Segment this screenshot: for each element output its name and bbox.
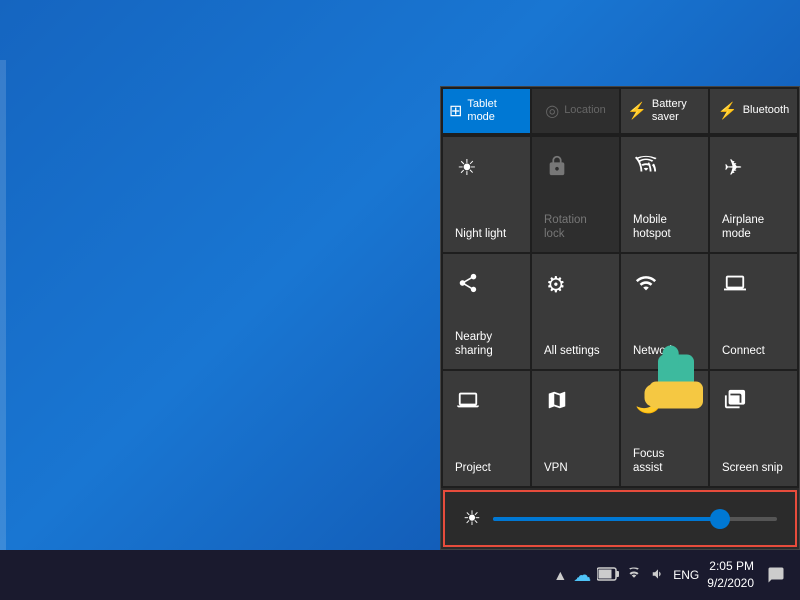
top-tiles-row: ⊞ Tablet mode ◎ Location ⚡ Battery saver… bbox=[441, 87, 799, 135]
tile-all-settings[interactable]: ⚙ All settings bbox=[532, 254, 619, 369]
tile-vpn[interactable]: VPN bbox=[532, 371, 619, 486]
nearby-sharing-icon bbox=[457, 272, 479, 300]
bluetooth-icon: ⚡ bbox=[718, 101, 738, 121]
date-display: 9/2/2020 bbox=[707, 575, 754, 592]
desktop: ⊞ Tablet mode ◎ Location ⚡ Battery saver… bbox=[0, 0, 800, 600]
location-label: Location bbox=[564, 104, 606, 117]
all-settings-label: All settings bbox=[544, 345, 600, 359]
tile-location[interactable]: ◎ Location bbox=[532, 89, 619, 133]
tile-rotation-lock[interactable]: Rotation lock bbox=[532, 137, 619, 252]
brightness-area: ☀ bbox=[443, 490, 797, 547]
project-label: Project bbox=[455, 462, 491, 476]
vpn-label: VPN bbox=[544, 462, 568, 476]
tile-project[interactable]: Project bbox=[443, 371, 530, 486]
tile-tablet-mode[interactable]: ⊞ Tablet mode bbox=[443, 89, 530, 133]
brightness-slider-container[interactable] bbox=[493, 507, 777, 531]
chevron-up-icon[interactable]: ▲ bbox=[553, 567, 567, 583]
tile-bluetooth[interactable]: ⚡ Bluetooth bbox=[710, 89, 797, 133]
tile-nearby-sharing[interactable]: Nearby sharing bbox=[443, 254, 530, 369]
onedrive-icon[interactable]: ☁ bbox=[573, 565, 591, 586]
tile-focus-assist[interactable]: 🌙 Focus assist bbox=[621, 371, 708, 486]
brightness-track bbox=[493, 517, 777, 521]
location-icon: ◎ bbox=[545, 101, 559, 121]
brightness-icon: ☀ bbox=[463, 506, 481, 531]
screen-snip-label: Screen snip bbox=[722, 462, 783, 476]
volume-icon[interactable] bbox=[649, 567, 667, 584]
airplane-mode-icon: ✈ bbox=[724, 155, 742, 181]
tile-airplane-mode[interactable]: ✈ Airplane mode bbox=[710, 137, 797, 252]
night-light-icon: ☀ bbox=[457, 155, 477, 181]
language-indicator[interactable]: ENG bbox=[673, 568, 699, 582]
all-settings-icon: ⚙ bbox=[546, 272, 566, 298]
bluetooth-label: Bluetooth bbox=[743, 104, 789, 117]
time-display: 2:05 PM bbox=[707, 558, 754, 575]
tablet-mode-label: Tablet mode bbox=[467, 98, 524, 124]
connect-label: Connect bbox=[722, 345, 765, 359]
nearby-sharing-label: Nearby sharing bbox=[455, 331, 518, 359]
screen-snip-icon bbox=[724, 389, 746, 417]
rotation-lock-label: Rotation lock bbox=[544, 214, 607, 242]
focus-assist-label: Focus assist bbox=[633, 448, 696, 476]
tile-battery-saver[interactable]: ⚡ Battery saver bbox=[621, 89, 708, 133]
tile-screen-snip[interactable]: Screen snip bbox=[710, 371, 797, 486]
mobile-hotspot-label: Mobile hotspot bbox=[633, 214, 696, 242]
tile-night-light[interactable]: ☀ Night light bbox=[443, 137, 530, 252]
taskbar-strip bbox=[0, 60, 6, 550]
network-label: Network bbox=[633, 345, 675, 359]
project-icon bbox=[457, 389, 479, 417]
notification-center-button[interactable] bbox=[762, 561, 790, 589]
wifi-icon[interactable] bbox=[625, 567, 643, 584]
network-icon bbox=[635, 272, 657, 300]
tile-connect[interactable]: Connect bbox=[710, 254, 797, 369]
night-light-label: Night light bbox=[455, 228, 506, 242]
main-tiles-grid: ☀ Night light Rotation lock bbox=[441, 135, 799, 488]
battery-saver-icon: ⚡ bbox=[627, 101, 647, 121]
connect-icon bbox=[724, 272, 746, 300]
tablet-mode-icon: ⊞ bbox=[449, 101, 462, 121]
battery-icon[interactable] bbox=[597, 567, 619, 584]
rotation-lock-icon bbox=[546, 155, 568, 183]
tile-network[interactable]: Network bbox=[621, 254, 708, 369]
focus-assist-icon: 🌙 bbox=[635, 389, 662, 415]
vpn-icon bbox=[546, 389, 568, 417]
battery-saver-label: Battery saver bbox=[652, 98, 702, 124]
brightness-thumb[interactable] bbox=[710, 509, 730, 529]
mobile-hotspot-icon bbox=[635, 155, 657, 183]
action-center: ⊞ Tablet mode ◎ Location ⚡ Battery saver… bbox=[440, 86, 800, 550]
airplane-mode-label: Airplane mode bbox=[722, 214, 785, 242]
brightness-fill bbox=[493, 517, 720, 521]
taskbar: ▲ ☁ ENG 2:05 PM bbox=[0, 550, 800, 600]
taskbar-time[interactable]: 2:05 PM 9/2/2020 bbox=[707, 558, 754, 592]
tile-mobile-hotspot[interactable]: Mobile hotspot bbox=[621, 137, 708, 252]
taskbar-system-icons: ▲ ☁ ENG bbox=[553, 565, 699, 586]
